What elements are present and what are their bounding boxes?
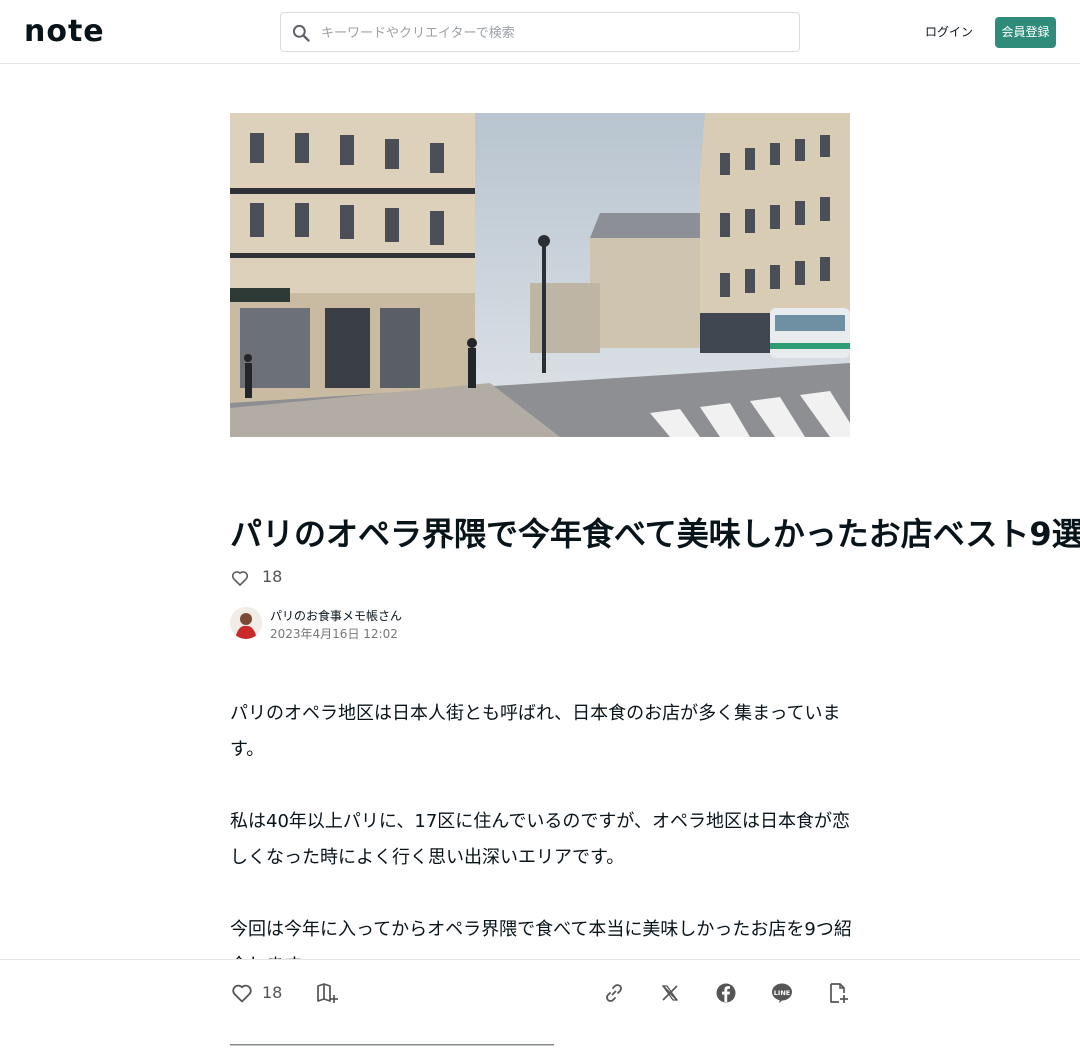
author-info[interactable]: パリのお食事メモ帳さん 2023年4月16日 12:02 bbox=[230, 606, 630, 641]
magazine-add-icon[interactable] bbox=[315, 981, 339, 1005]
article-title: パリのオペラ界隈で今年食べて美味しかったお店ベスト9選！ bbox=[230, 515, 1080, 553]
author-avatar[interactable] bbox=[230, 607, 262, 639]
svg-text:LINE: LINE bbox=[774, 989, 790, 997]
paragraph: 私は40年以上パリに、17区に住んでいるのですが、オペラ地区は日本食が恋しくなっ… bbox=[230, 811, 851, 868]
heart-icon[interactable] bbox=[230, 568, 250, 588]
link-icon[interactable] bbox=[602, 981, 626, 1005]
like-count: 18 bbox=[262, 983, 283, 1002]
site-header: note ログイン 会員登録 bbox=[0, 0, 1080, 64]
publish-date: 2023年4月16日 12:02 bbox=[270, 627, 398, 641]
paragraph: パリのオペラ地区は日本人街とも呼ばれ、日本食のお店が多く集まっています。 bbox=[230, 703, 841, 760]
article-cover-image bbox=[230, 113, 850, 437]
like-count: 18 bbox=[262, 567, 283, 586]
separator-line: ＿＿＿＿＿＿＿＿＿＿＿＿＿＿＿＿＿＿ bbox=[230, 1027, 554, 1048]
clip-icon[interactable] bbox=[826, 981, 850, 1005]
bottom-action-bar: 18 LINE bbox=[0, 959, 1080, 1024]
search-box[interactable] bbox=[280, 12, 800, 52]
note-logo[interactable]: note bbox=[24, 14, 105, 50]
search-input[interactable] bbox=[319, 18, 783, 48]
facebook-icon[interactable] bbox=[714, 981, 738, 1005]
search-icon bbox=[292, 24, 310, 42]
signup-button[interactable]: 会員登録 bbox=[995, 17, 1056, 48]
x-icon[interactable] bbox=[658, 981, 682, 1005]
line-icon[interactable]: LINE bbox=[770, 981, 794, 1005]
heart-icon[interactable] bbox=[230, 981, 254, 1005]
author-name[interactable]: パリのお食事メモ帳さん bbox=[270, 608, 402, 624]
login-link[interactable]: ログイン bbox=[920, 20, 978, 44]
